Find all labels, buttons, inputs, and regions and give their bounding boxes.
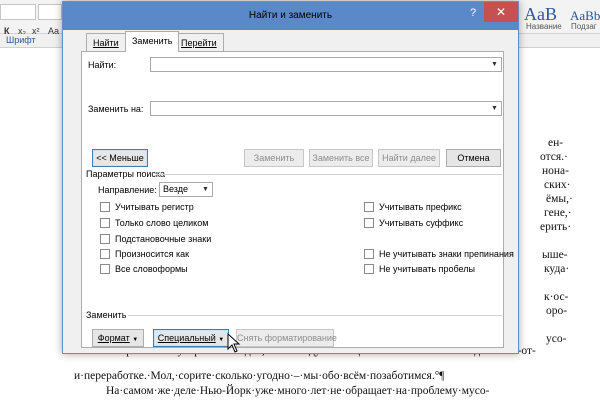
whole-word-label: Только слово целиком bbox=[115, 218, 209, 228]
sounds-like-checkbox[interactable] bbox=[100, 249, 110, 259]
style-subtitle-name: Подзаг bbox=[571, 22, 597, 31]
dialog-titlebar[interactable]: Найти и заменить ? ✕ bbox=[63, 2, 518, 30]
replace-tab-panel: Найти: ▼ Заменить на: ▼ << Меньше Замени… bbox=[81, 51, 514, 348]
replace-input[interactable]: ▼ bbox=[150, 101, 502, 116]
find-dropdown-icon[interactable]: ▼ bbox=[489, 59, 500, 70]
direction-select[interactable]: Везде ▼ bbox=[159, 182, 213, 197]
doc-line: ерить· bbox=[540, 221, 572, 233]
cancel-button-label: Отмена bbox=[457, 153, 490, 163]
format-button-label: Формат bbox=[97, 333, 130, 343]
format-button[interactable]: Формат ▼ bbox=[92, 329, 144, 347]
clear-formatting-button[interactable]: Снять форматирование bbox=[236, 329, 337, 347]
dialog-title: Найти и заменить bbox=[248, 10, 333, 21]
replace-dropdown-icon[interactable]: ▼ bbox=[489, 103, 500, 114]
less-button-label: << Меньше bbox=[96, 153, 144, 163]
wildcards-label: Подстановочные знаки bbox=[115, 234, 212, 244]
doc-line: ских· bbox=[544, 179, 571, 191]
find-replace-dialog: Найти и заменить ? ✕ Найти Заменить Пере… bbox=[62, 1, 519, 354]
search-options-label: Параметры поиска bbox=[86, 169, 166, 179]
doc-line: ёмы,· bbox=[546, 193, 573, 205]
style-title-name: Название bbox=[526, 22, 562, 31]
doc-line: к·ос- bbox=[544, 291, 569, 303]
special-button-label: Специальный bbox=[157, 333, 216, 343]
match-case-checkbox[interactable] bbox=[100, 202, 110, 212]
ignore-punctuation-label: Не учитывать знаки препинания bbox=[379, 249, 514, 259]
ignore-whitespace-label: Не учитывать пробелы bbox=[379, 264, 475, 274]
doc-line: отся.· bbox=[540, 151, 568, 163]
replace-all-button-label: Заменить все bbox=[312, 153, 370, 163]
doc-line: гене,· bbox=[544, 207, 572, 219]
direction-value: Везде bbox=[163, 184, 188, 194]
mouse-cursor-icon bbox=[227, 333, 241, 353]
doc-line: ыше- bbox=[542, 249, 568, 261]
replace-label: Заменить на: bbox=[88, 104, 144, 114]
whole-word-checkbox[interactable] bbox=[100, 218, 110, 228]
doc-line: ен- bbox=[548, 137, 564, 149]
replace-all-button[interactable]: Заменить все bbox=[309, 149, 373, 167]
direction-dropdown-icon[interactable]: ▼ bbox=[200, 184, 211, 195]
doc-line: На·самом·же·деле·Нью-Йорк·уже·много·лет·… bbox=[106, 385, 490, 397]
less-button[interactable]: << Меньше bbox=[92, 149, 148, 167]
match-prefix-label: Учитывать префикс bbox=[379, 202, 462, 212]
ignore-whitespace-checkbox[interactable] bbox=[364, 264, 374, 274]
find-input[interactable]: ▼ bbox=[150, 57, 502, 72]
font-name-combo[interactable] bbox=[0, 4, 36, 20]
replace-section-divider bbox=[128, 315, 502, 316]
tab-replace-label: Заменить bbox=[132, 36, 173, 46]
special-button[interactable]: Специальный ▼ bbox=[153, 329, 229, 347]
doc-line: и·переработке.·Мол,·сорите·сколько·угодн… bbox=[74, 370, 445, 382]
direction-label: Направление: bbox=[98, 185, 157, 195]
tab-goto-label: Перейти bbox=[181, 38, 217, 48]
doc-line: усо- bbox=[546, 333, 567, 345]
match-suffix-label: Учитывать суффикс bbox=[379, 218, 464, 228]
doc-line: куда· bbox=[544, 263, 570, 275]
ignore-punctuation-checkbox[interactable] bbox=[364, 249, 374, 259]
replace-button-label: Заменить bbox=[253, 153, 295, 163]
match-case-label: Учитывать регистр bbox=[115, 202, 194, 212]
search-options-divider bbox=[156, 174, 502, 175]
sounds-like-label: Произносится как bbox=[115, 249, 190, 259]
find-label: Найти: bbox=[88, 60, 117, 70]
tab-find-label: Найти bbox=[93, 38, 119, 48]
find-next-button-label: Найти далее bbox=[382, 153, 436, 163]
help-button[interactable]: ? bbox=[465, 4, 481, 22]
tab-goto[interactable]: Перейти bbox=[174, 33, 224, 51]
doc-line: нона- bbox=[542, 165, 569, 177]
format-dropdown-icon: ▼ bbox=[132, 337, 139, 343]
match-prefix-checkbox[interactable] bbox=[364, 202, 374, 212]
clear-formatting-label: Снять форматирование bbox=[237, 333, 337, 343]
cancel-button[interactable]: Отмена bbox=[446, 149, 501, 167]
all-word-forms-checkbox[interactable] bbox=[100, 264, 110, 274]
doc-line: оро- bbox=[546, 305, 568, 317]
font-group-label: Шрифт bbox=[6, 35, 36, 45]
special-dropdown-icon: ▼ bbox=[218, 337, 225, 343]
tab-find[interactable]: Найти bbox=[86, 33, 126, 51]
replace-section-label: Заменить bbox=[86, 310, 127, 320]
font-size-combo[interactable] bbox=[38, 4, 62, 20]
wildcards-checkbox[interactable] bbox=[100, 234, 110, 244]
close-button[interactable]: ✕ bbox=[484, 2, 518, 22]
find-next-button[interactable]: Найти далее bbox=[378, 149, 440, 167]
all-word-forms-label: Все словоформы bbox=[115, 264, 188, 274]
tab-replace[interactable]: Заменить bbox=[125, 31, 180, 52]
match-suffix-checkbox[interactable] bbox=[364, 218, 374, 228]
replace-button[interactable]: Заменить bbox=[244, 149, 304, 167]
